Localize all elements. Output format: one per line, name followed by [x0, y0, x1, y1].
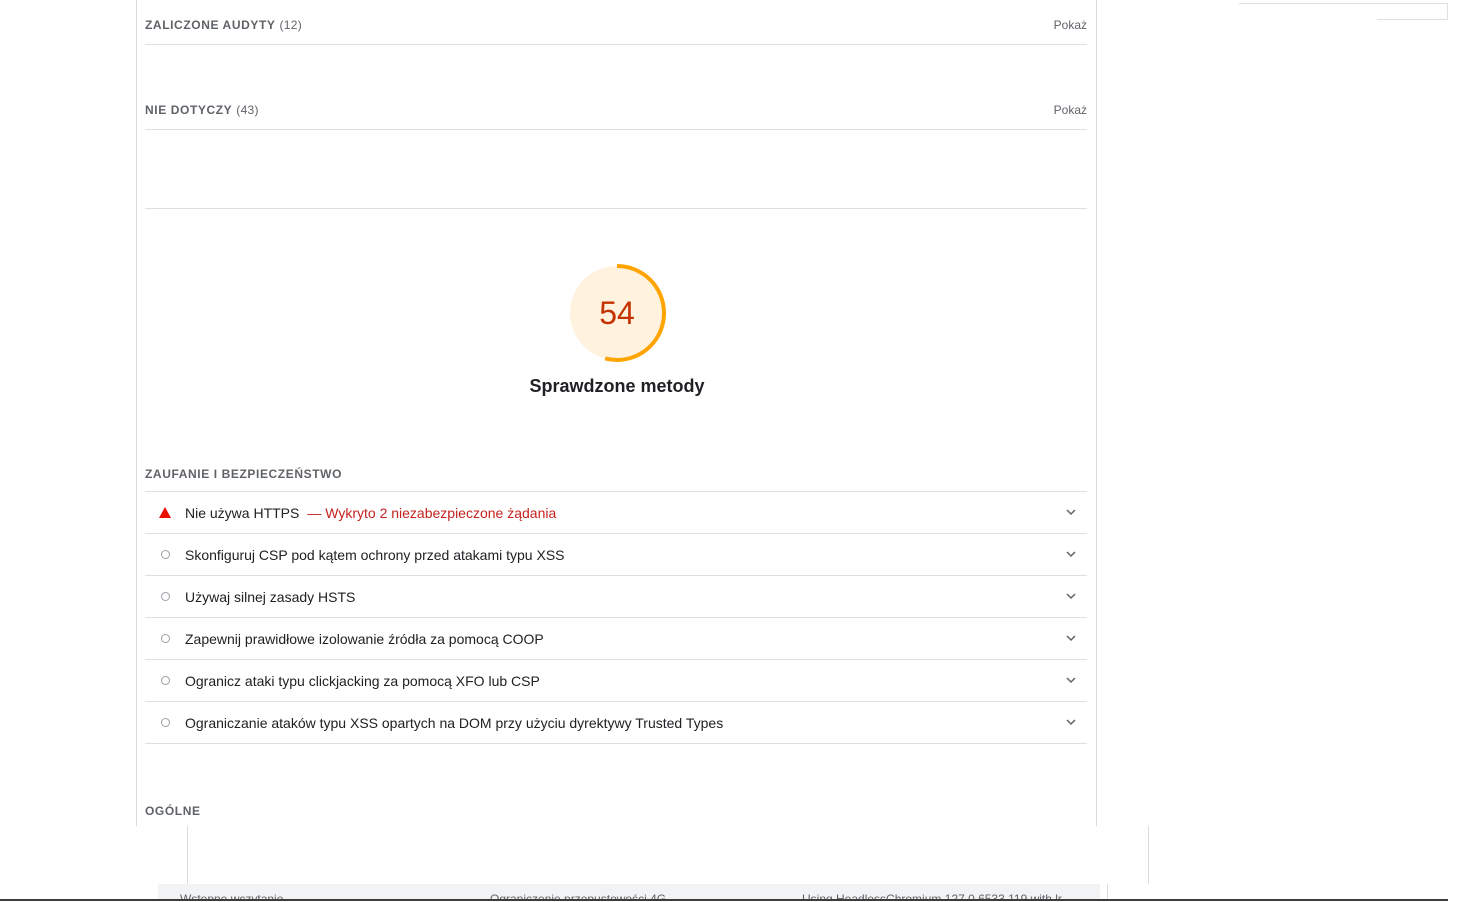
toolbar-divider — [1447, 3, 1448, 20]
category-score: 54 — [599, 295, 635, 331]
general-section-title: OGÓLNE — [145, 804, 201, 818]
passed-audits-title: ZALICZONE AUDYTY (12) — [145, 18, 303, 32]
chevron-down-icon[interactable] — [1063, 546, 1079, 562]
not-applicable-count: (43) — [236, 103, 259, 117]
audit-title: Zapewnij prawidłowe izolowanie źródła za… — [185, 630, 544, 647]
toolbar-divider — [1239, 3, 1377, 4]
audit-row-hsts[interactable]: Używaj silnej zasady HSTS — [145, 576, 1087, 618]
passed-audits-count: (12) — [279, 18, 303, 32]
not-applicable-show-button[interactable]: Pokaż — [1054, 103, 1087, 117]
toolbar-divider — [1377, 3, 1448, 4]
audit-title: Nie używa HTTPS — [185, 504, 300, 521]
trust-section-title: ZAUFANIE I BEZPIECZEŃSTWO — [145, 467, 343, 481]
audit-row-trusted-types[interactable]: Ograniczanie ataków typu XSS opartych na… — [145, 702, 1087, 744]
informative-icon — [145, 718, 185, 727]
report-panel: ZALICZONE AUDYTY (12) Pokaż NIE DOTYCZY (4… — [136, 0, 1097, 826]
warning-triangle-icon — [159, 507, 171, 518]
trust-audit-list: Nie używa HTTPS — Wykryto 2 niezabezpiec… — [145, 491, 1087, 744]
category-divider — [145, 208, 1087, 209]
informative-icon — [145, 634, 185, 643]
circle-icon — [160, 592, 170, 601]
audit-row-clickjacking[interactable]: Ogranicz ataki typu clickjacking za pomo… — [145, 660, 1087, 702]
chevron-down-icon[interactable] — [1063, 504, 1079, 520]
passed-audits-show-button[interactable]: Pokaż — [1054, 18, 1087, 32]
chevron-down-icon[interactable] — [1063, 588, 1079, 604]
passed-audits-group[interactable]: ZALICZONE AUDYTY (12) Pokaż — [145, 6, 1087, 45]
audit-title: Skonfiguruj CSP pod kątem ochrony przed … — [185, 546, 565, 563]
runtime-settings-bar: Wstępne wczytanie Ograniczenie przepusto… — [158, 884, 1100, 900]
chevron-down-icon[interactable] — [1063, 630, 1079, 646]
audit-title: Ograniczanie ataków typu XSS opartych na… — [185, 714, 724, 731]
category-title: Sprawdzone metody — [529, 376, 705, 396]
informative-icon — [145, 676, 185, 685]
toolbar-divider — [1377, 19, 1448, 20]
audit-display-value: — Wykryto 2 niezabezpieczone żądania — [307, 504, 557, 521]
informative-icon — [145, 550, 185, 559]
circle-icon — [160, 550, 170, 559]
chevron-down-icon[interactable] — [1063, 672, 1079, 688]
audit-row-https[interactable]: Nie używa HTTPS — Wykryto 2 niezabezpiec… — [145, 492, 1087, 534]
audit-title: Ogranicz ataki typu clickjacking za pomo… — [185, 672, 540, 689]
informative-icon — [145, 592, 185, 601]
not-applicable-group[interactable]: NIE DOTYCZY (43) Pokaż — [145, 91, 1087, 130]
fail-icon — [145, 507, 185, 518]
window-bottom-border — [0, 899, 1448, 901]
report-footer-frame — [187, 826, 1149, 884]
circle-icon — [160, 676, 170, 685]
audit-row-csp-xss[interactable]: Skonfiguruj CSP pod kątem ochrony przed … — [145, 534, 1087, 576]
footer-divider — [1107, 884, 1108, 900]
chevron-down-icon[interactable] — [1063, 714, 1079, 730]
audit-title: Używaj silnej zasady HSTS — [185, 588, 356, 605]
not-applicable-title: NIE DOTYCZY (43) — [145, 103, 259, 117]
circle-icon — [160, 634, 170, 643]
audit-row-coop[interactable]: Zapewnij prawidłowe izolowanie źródła za… — [145, 618, 1087, 660]
circle-icon — [160, 718, 170, 727]
